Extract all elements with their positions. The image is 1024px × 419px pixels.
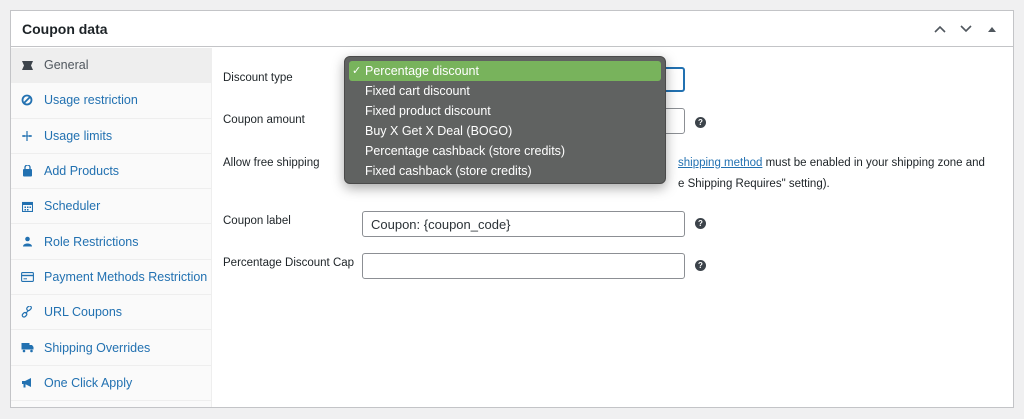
coupon-amount-label: Coupon amount	[223, 114, 305, 126]
user-icon	[20, 235, 34, 249]
sidebar-item-usage-restriction[interactable]: Usage restriction	[11, 83, 211, 119]
dropdown-option[interactable]: ✓ Percentage discount	[349, 61, 661, 81]
sidebar-item-one-click-apply[interactable]: One Click Apply	[11, 366, 211, 401]
discount-cap-label: Percentage Discount Cap	[223, 257, 355, 269]
sidebar-item-url-coupons[interactable]: URL Coupons	[11, 295, 211, 331]
discount-type-label: Discount type	[223, 72, 293, 84]
coupon-amount-help-icon[interactable]: ?	[695, 117, 706, 128]
sidebar-item-label: Usage restriction	[44, 93, 138, 108]
shipping-method-link[interactable]: shipping method	[678, 157, 762, 169]
sidebar-item-role-restrictions[interactable]: Role Restrictions	[11, 224, 211, 260]
dropdown-option-label: Buy X Get X Deal (BOGO)	[365, 124, 513, 138]
free-shipping-desc-text: must be enabled in your shipping zone an…	[762, 157, 985, 169]
sidebar-item-label: One Click Apply	[44, 375, 133, 390]
card-icon	[20, 270, 34, 284]
sidebar-item-label: Add Products	[44, 164, 120, 179]
calendar-icon	[20, 199, 34, 213]
dropdown-option-label: Fixed product discount	[365, 104, 491, 118]
dropdown-option[interactable]: Fixed product discount	[349, 101, 661, 121]
sidebar-item-shipping-overrides[interactable]: Shipping Overrides	[11, 330, 211, 366]
coupon-label-label: Coupon label	[223, 215, 291, 227]
coupon-label-help-icon[interactable]: ?	[695, 218, 706, 229]
sidebar-item-label: Shipping Overrides	[44, 340, 151, 355]
restriction-icon	[20, 93, 34, 107]
sidebar-item-label: General	[44, 58, 89, 73]
sidebar-item-label: Scheduler	[44, 199, 101, 214]
limits-icon	[20, 129, 34, 143]
panel-header: Coupon data	[11, 11, 1013, 47]
sidebar-item-general[interactable]: General	[11, 48, 211, 84]
sidebar-item-label: Payment Methods Restriction	[44, 269, 208, 284]
megaphone-icon	[20, 376, 34, 390]
move-up-icon[interactable]	[930, 19, 950, 39]
cart-icon	[20, 164, 34, 178]
panel-title: Coupon data	[22, 20, 108, 37]
coupon-tabs-sidebar: General Usage restriction Usage limits A…	[11, 48, 212, 407]
truck-icon	[20, 341, 34, 355]
check-icon: ✓	[352, 65, 362, 77]
collapse-toggle-icon[interactable]	[982, 19, 1002, 39]
wrench-icon	[20, 58, 34, 72]
discount-cap-field[interactable]	[362, 253, 685, 279]
coupon-amount-field[interactable]	[663, 108, 685, 134]
link-icon	[20, 305, 34, 319]
sidebar-item-scheduler[interactable]: Scheduler	[11, 189, 211, 225]
discount-cap-help-icon[interactable]: ?	[695, 260, 706, 271]
dropdown-option[interactable]: Buy X Get X Deal (BOGO)	[349, 121, 661, 141]
dropdown-option-label: Fixed cart discount	[365, 84, 470, 98]
free-shipping-desc-line2: e Shipping Requires" setting).	[678, 178, 830, 190]
dropdown-option-label: Percentage cashback (store credits)	[365, 144, 566, 158]
sidebar-item-label: Role Restrictions	[44, 234, 139, 249]
sidebar-item-label: URL Coupons	[44, 305, 123, 320]
sidebar-item-add-products[interactable]: Add Products	[11, 154, 211, 190]
discount-type-dropdown: ✓ Percentage discount Fixed cart discoun…	[344, 56, 666, 184]
dropdown-option[interactable]: Fixed cashback (store credits)	[349, 161, 661, 181]
dropdown-option-label: Fixed cashback (store credits)	[365, 164, 532, 178]
dropdown-option[interactable]: Fixed cart discount	[349, 81, 661, 101]
free-shipping-desc-line1: shipping method must be enabled in your …	[678, 157, 985, 169]
coupon-label-field[interactable]	[362, 211, 685, 237]
header-controls	[930, 19, 1002, 39]
move-down-icon[interactable]	[956, 19, 976, 39]
sidebar-item-usage-limits[interactable]: Usage limits	[11, 119, 211, 154]
sidebar-item-label: Usage limits	[44, 128, 113, 143]
free-shipping-label: Allow free shipping	[223, 157, 320, 169]
dropdown-option-label: Percentage discount	[365, 64, 479, 78]
sidebar-item-payment-methods-restriction[interactable]: Payment Methods Restriction	[11, 260, 211, 296]
dropdown-option[interactable]: Percentage cashback (store credits)	[349, 141, 661, 161]
